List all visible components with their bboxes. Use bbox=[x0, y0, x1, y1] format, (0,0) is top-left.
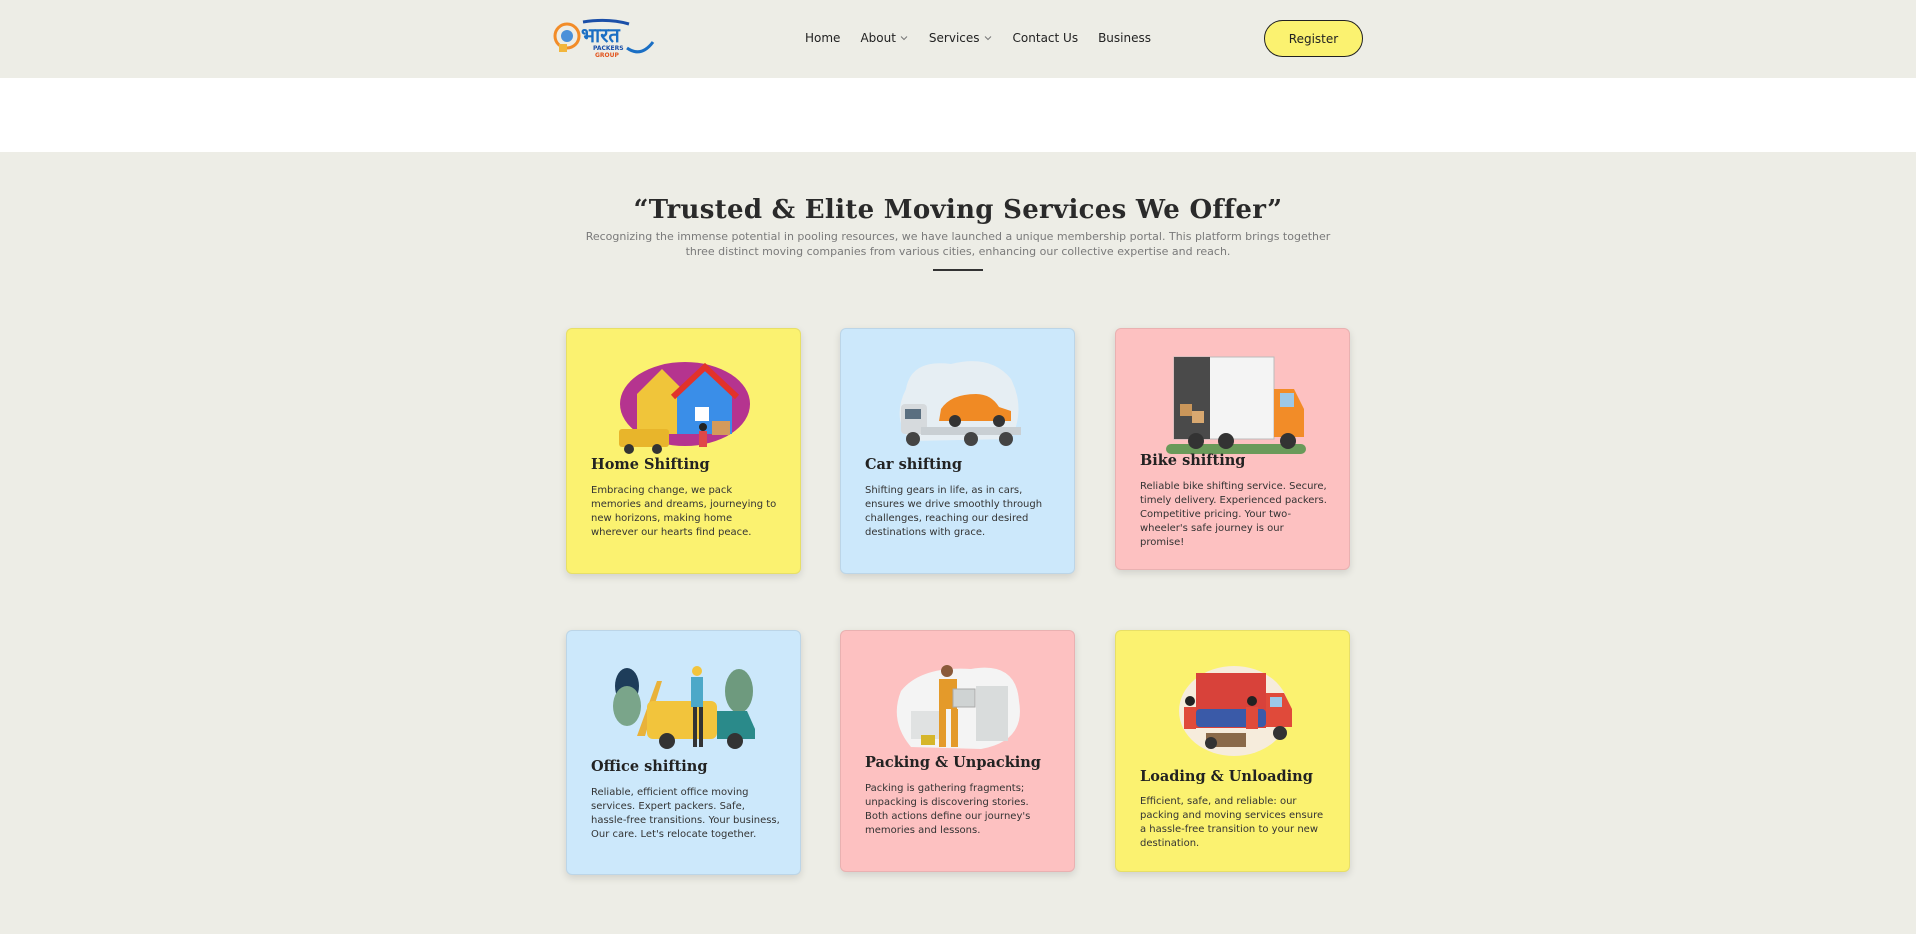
nav-services-label: Services bbox=[928, 31, 980, 45]
service-card-loading-unloading[interactable]: Loading & Unloading Efficient, safe, and… bbox=[1115, 630, 1350, 872]
car-carrier-illustration bbox=[899, 361, 1021, 446]
service-card-bike-shifting[interactable]: Bike shifting Reliable bike shifting ser… bbox=[1115, 328, 1350, 570]
card-title: Bike shifting bbox=[1140, 452, 1246, 469]
service-card-office-shifting[interactable]: Office shifting Reliable, efficient offi… bbox=[566, 630, 801, 875]
nav-home-label: Home bbox=[805, 31, 841, 45]
chevron-down-icon bbox=[984, 36, 991, 41]
service-card-packing-unpacking[interactable]: Packing & Unpacking Packing is gathering… bbox=[840, 630, 1075, 872]
svg-text:भारत: भारत bbox=[581, 23, 621, 47]
nav-services[interactable]: Services bbox=[929, 30, 993, 46]
moving-truck-illustration bbox=[1166, 356, 1306, 454]
card-title: Home Shifting bbox=[591, 456, 710, 473]
nav-contact-us[interactable]: Contact Us bbox=[1013, 30, 1079, 46]
nav-home[interactable]: Home bbox=[805, 30, 840, 46]
nav-about-label: About bbox=[860, 31, 896, 45]
card-title: Packing & Unpacking bbox=[865, 754, 1041, 771]
nav-about[interactable]: About bbox=[860, 30, 908, 46]
section-subtitle: Recognizing the immense potential in poo… bbox=[585, 230, 1331, 258]
office-move-illustration bbox=[613, 666, 755, 749]
nav-business-label: Business bbox=[1098, 31, 1151, 45]
service-card-car-shifting[interactable]: Car shifting Shifting gears in life, as … bbox=[840, 328, 1075, 574]
site-header: भारत PACKERS GROUP Home About Services C… bbox=[0, 0, 1916, 78]
card-text: Efficient, safe, and reliable: our packi… bbox=[1140, 796, 1324, 849]
register-button[interactable]: Register bbox=[1264, 20, 1363, 57]
nav-contact-label: Contact Us bbox=[1012, 31, 1079, 45]
svg-text:PACKERS: PACKERS bbox=[593, 45, 624, 52]
main-nav: Home About Services Contact Us Business bbox=[805, 30, 1171, 46]
card-text: Reliable bike shifting service. Secure, … bbox=[1140, 481, 1327, 548]
card-text: Reliable, efficient office moving servic… bbox=[591, 787, 780, 840]
section-title: “Trusted & Elite Moving Services We Offe… bbox=[633, 195, 1283, 225]
card-text: Packing is gathering fragments; unpackin… bbox=[865, 783, 1031, 836]
loading-truck-illustration bbox=[1179, 666, 1292, 756]
chevron-down-icon bbox=[900, 36, 908, 41]
card-title: Loading & Unloading bbox=[1140, 768, 1313, 785]
card-text: Shifting gears in life, as in cars, ensu… bbox=[865, 485, 1043, 538]
service-card-home-shifting[interactable]: Home Shifting Embracing change, we pack … bbox=[566, 328, 801, 574]
svg-text:GROUP: GROUP bbox=[595, 52, 620, 59]
house-moving-illustration bbox=[619, 362, 750, 454]
banner-strip bbox=[0, 78, 1916, 152]
card-title: Office shifting bbox=[591, 758, 708, 775]
title-divider bbox=[933, 269, 983, 271]
card-title: Car shifting bbox=[865, 456, 962, 473]
logo-icon: भारत PACKERS GROUP bbox=[553, 18, 655, 59]
card-text: Embracing change, we pack memories and d… bbox=[591, 485, 777, 538]
packing-worker-illustration bbox=[896, 665, 1020, 749]
nav-business[interactable]: Business bbox=[1098, 30, 1151, 46]
bharat-packers-logo[interactable]: भारत PACKERS GROUP bbox=[553, 14, 659, 60]
